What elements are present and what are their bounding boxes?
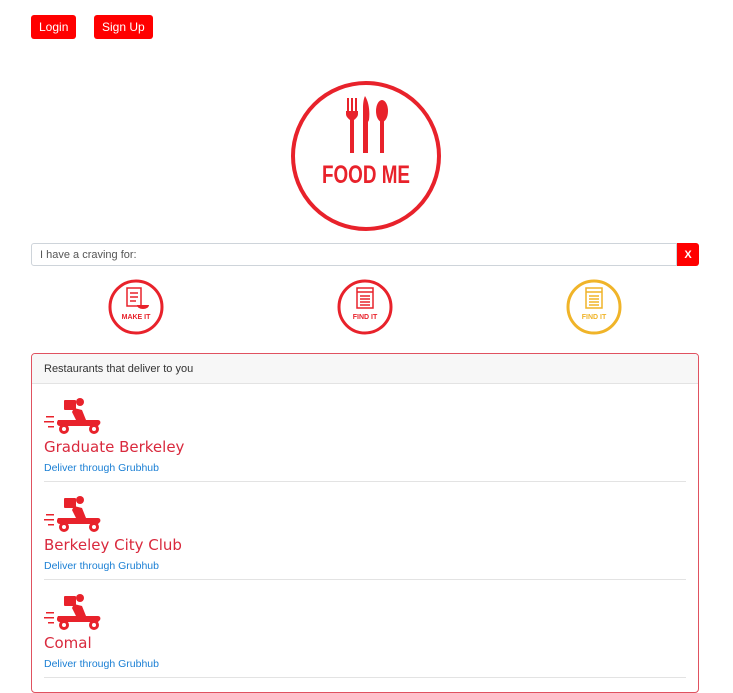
grubhub-link[interactable]: Deliver through Grubhub	[44, 658, 159, 670]
delivery-scooter-icon	[44, 594, 101, 630]
list-item: Comal Deliver through Grubhub	[44, 580, 686, 678]
delivery-scooter-icon	[44, 398, 101, 434]
restaurants-panel: Restaurants that deliver to you Graduate…	[31, 353, 699, 693]
signup-button[interactable]: Sign Up	[94, 15, 153, 39]
panel-title: Restaurants that deliver to you	[32, 354, 698, 384]
list-item: Graduate Berkeley Deliver through Grubhu…	[44, 384, 686, 482]
login-button[interactable]: Login	[31, 15, 77, 39]
knife-icon	[363, 96, 370, 153]
fork-icon	[346, 98, 358, 153]
food-me-logo: FOOD ME	[291, 81, 441, 231]
find-it-button-alt[interactable]: FIND IT	[566, 279, 622, 335]
restaurant-name[interactable]: Graduate Berkeley	[44, 438, 184, 456]
delivery-scooter-icon	[44, 496, 101, 532]
restaurant-name[interactable]: Comal	[44, 634, 92, 652]
clear-search-button[interactable]: X	[677, 243, 699, 266]
find-it-label-alt: FIND IT	[582, 314, 607, 321]
grubhub-link[interactable]: Deliver through Grubhub	[44, 560, 159, 572]
find-it-label: FIND IT	[353, 314, 378, 321]
restaurant-name[interactable]: Berkeley City Club	[44, 536, 182, 554]
search-input[interactable]	[31, 243, 677, 266]
make-it-label: MAKE IT	[122, 314, 152, 321]
make-it-button[interactable]: MAKE IT	[108, 279, 164, 335]
find-it-button[interactable]: FIND IT	[337, 279, 393, 335]
logo-text: FOOD ME	[322, 161, 410, 189]
spoon-icon	[376, 100, 388, 153]
search-bar: X	[31, 243, 699, 266]
grubhub-link[interactable]: Deliver through Grubhub	[44, 462, 159, 474]
list-item: Berkeley City Club Deliver through Grubh…	[44, 482, 686, 580]
